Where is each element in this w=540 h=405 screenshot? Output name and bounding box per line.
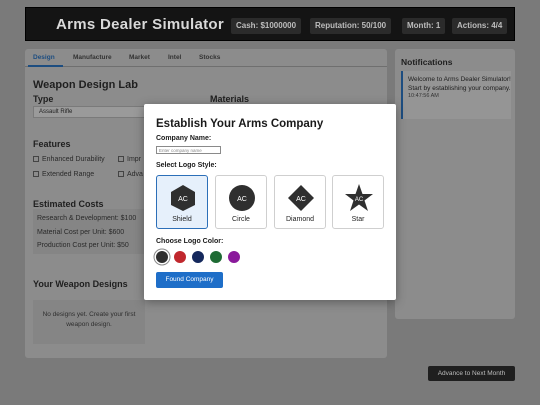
color-swatch-purple[interactable] — [228, 251, 240, 263]
svg-text:AC: AC — [355, 197, 364, 203]
star-icon: AC — [345, 184, 373, 211]
logo-style-label: Select Logo Style: — [156, 162, 217, 169]
logo-option-label: Circle — [232, 216, 250, 223]
found-company-button[interactable]: Found Company — [156, 272, 223, 288]
color-swatch-dark-gray[interactable] — [156, 251, 168, 263]
logo-option-label: Diamond — [285, 216, 314, 223]
svg-text:AC: AC — [237, 196, 247, 203]
logo-option-diamond[interactable]: AC Diamond — [274, 175, 326, 229]
color-swatch-red[interactable] — [174, 251, 186, 263]
logo-option-label: Star — [351, 216, 365, 223]
hexagon-icon: AC — [171, 185, 195, 211]
diamond-icon: AC — [288, 185, 314, 211]
logo-option-star[interactable]: AC Star — [332, 175, 384, 229]
color-swatch-navy[interactable] — [192, 251, 204, 263]
logo-option-shield[interactable]: AC Shield — [156, 175, 208, 229]
svg-text:AC: AC — [296, 196, 306, 203]
circle-icon: AC — [229, 185, 255, 211]
svg-text:AC: AC — [178, 196, 188, 203]
establish-company-modal: Establish Your Arms Company Company Name… — [144, 104, 396, 300]
modal-title: Establish Your Arms Company — [156, 118, 324, 130]
logo-option-label: Shield — [172, 216, 192, 223]
logo-option-circle[interactable]: AC Circle — [215, 175, 267, 229]
logo-color-label: Choose Logo Color: — [156, 238, 224, 245]
company-name-label: Company Name: — [156, 135, 212, 142]
color-swatch-green[interactable] — [210, 251, 222, 263]
company-name-input[interactable] — [156, 146, 221, 154]
